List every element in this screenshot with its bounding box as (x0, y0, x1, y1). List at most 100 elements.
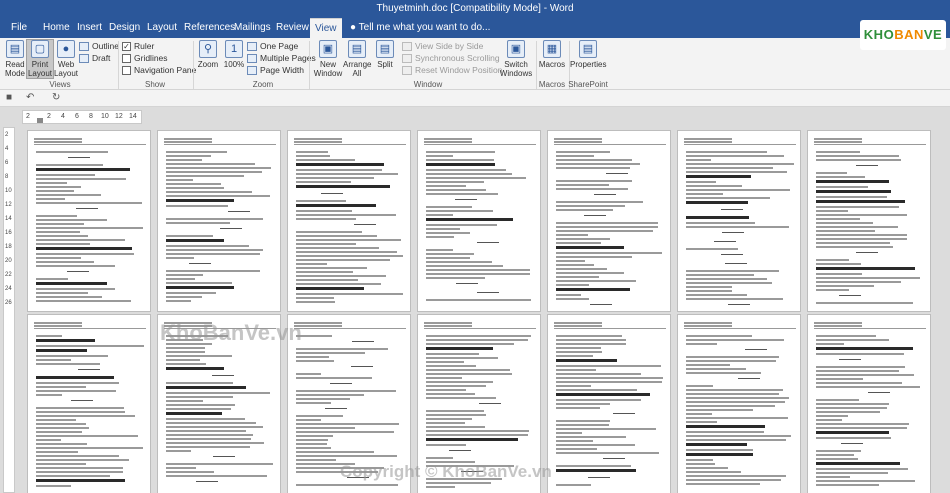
page-thumbnail[interactable] (417, 130, 541, 312)
formula-line (588, 477, 611, 478)
indent-marker[interactable] (37, 118, 43, 123)
page-thumbnail[interactable] (287, 130, 411, 312)
page-thumbnail[interactable] (287, 314, 411, 493)
formula-line (479, 403, 502, 404)
page-thumbnail[interactable] (417, 314, 541, 493)
tab-design[interactable]: Design (104, 18, 145, 38)
tab-view[interactable]: View (310, 18, 342, 38)
tab-layout[interactable]: Layout (142, 18, 182, 38)
split-button[interactable]: ▤ Split (372, 40, 398, 69)
khobanve-logo: KHOBANVE (860, 20, 946, 50)
text-line (296, 297, 334, 299)
text-line (816, 214, 908, 216)
text-line (296, 159, 356, 161)
formula-line (721, 254, 744, 255)
navigation-pane-checkbox[interactable]: Navigation Pane (122, 65, 196, 75)
undo-icon[interactable]: ↶ (26, 92, 34, 103)
outline-button[interactable]: Outline (79, 41, 119, 51)
vertical-ruler[interactable]: 2 4 6 8 10 12 14 16 18 20 22 24 26 (3, 127, 15, 493)
text-line (166, 155, 211, 157)
text-line (816, 218, 860, 220)
arrange-all-button[interactable]: ▤ Arrange All (343, 40, 371, 78)
formula-line (727, 304, 750, 305)
page-thumbnail[interactable] (807, 314, 931, 493)
text-line (686, 189, 790, 191)
draft-button[interactable]: Draft (79, 53, 110, 63)
lightbulb-icon: ● (350, 22, 359, 33)
tab-mailings[interactable]: Mailings (229, 18, 276, 38)
text-line (36, 459, 129, 461)
side-by-side-label: View Side by Side (415, 41, 484, 51)
heading-line (686, 216, 749, 219)
text-line (816, 159, 902, 161)
tab-insert[interactable]: Insert (72, 18, 107, 38)
save-icon[interactable]: ■ (6, 92, 12, 103)
page-thumbnail[interactable] (157, 130, 281, 312)
ruler-tick: 2 (5, 132, 9, 138)
formula-line (724, 263, 747, 264)
view-side-by-side-button[interactable]: View Side by Side (402, 41, 483, 51)
page-thumbnail[interactable] (157, 314, 281, 493)
heading-line (426, 163, 496, 166)
text-line (426, 214, 454, 216)
page-thumbnail[interactable] (27, 130, 151, 312)
page-thumbnail[interactable] (807, 130, 931, 312)
web-layout-button[interactable]: ● Web Layout (53, 40, 79, 78)
horizontal-ruler[interactable]: 2 2 4 6 8 10 12 14 (22, 110, 142, 124)
text-line (296, 467, 385, 469)
tell-me-search[interactable]: ● Tell me what you want to do... (345, 18, 495, 38)
text-line (686, 197, 770, 199)
tab-file[interactable]: File (6, 18, 32, 38)
text-line (556, 184, 609, 186)
print-layout-button[interactable]: ▢ Print Layout (26, 39, 54, 79)
synchronous-scrolling-button[interactable]: Synchronous Scrolling (402, 53, 500, 63)
tab-home[interactable]: Home (38, 18, 75, 38)
multiple-pages-button[interactable]: Multiple Pages (247, 53, 316, 63)
text-line (296, 415, 344, 417)
text-line (36, 407, 124, 409)
text-line (556, 389, 637, 391)
page-thumbnail[interactable] (547, 314, 671, 493)
text-line (816, 437, 891, 439)
page-thumbnail[interactable] (547, 130, 671, 312)
page-thumbnail[interactable] (677, 314, 801, 493)
text-line (296, 463, 356, 465)
text-line (166, 171, 263, 173)
tab-review[interactable]: Review (271, 18, 314, 38)
text-line (166, 442, 264, 444)
page-thumbnail[interactable] (677, 130, 801, 312)
new-window-button[interactable]: ▣ New Window (312, 40, 344, 78)
page-width-button[interactable]: Page Width (247, 65, 304, 75)
zoom-button[interactable]: ⚲ Zoom (195, 40, 221, 69)
ruler-tick: 8 (5, 174, 9, 180)
text-line (296, 173, 399, 175)
ruler-checkbox[interactable]: ✓ Ruler (122, 41, 154, 51)
ruler-tick: 2 (26, 113, 30, 120)
zoom-100-button[interactable]: 1 100% (221, 40, 247, 69)
page-thumbnail[interactable] (27, 314, 151, 493)
document-area[interactable] (17, 124, 950, 493)
text-line (686, 274, 754, 276)
text-line (686, 459, 713, 461)
properties-button[interactable]: ▤ Properties (570, 40, 606, 69)
gridlines-checkbox[interactable]: Gridlines (122, 53, 168, 63)
text-line (36, 335, 62, 337)
text-line (686, 226, 790, 228)
switch-windows-button[interactable]: ▣ Switch Windows (498, 40, 534, 78)
redo-icon[interactable]: ↻ (52, 92, 60, 103)
text-line (296, 427, 355, 429)
text-line (166, 195, 271, 197)
reset-window-position-button[interactable]: Reset Window Position (402, 65, 502, 75)
text-line (816, 382, 903, 384)
text-line (426, 343, 514, 345)
read-mode-button[interactable]: ▤ Read Mode (2, 40, 28, 78)
macros-button[interactable]: ▦ Macros (538, 40, 566, 69)
formula-line (347, 477, 370, 478)
text-line (816, 285, 874, 287)
formula-line (330, 383, 353, 384)
formula-line (590, 304, 613, 305)
text-line (296, 455, 398, 457)
text-line (426, 173, 513, 175)
text-line (426, 426, 486, 428)
one-page-button[interactable]: One Page (247, 41, 298, 51)
